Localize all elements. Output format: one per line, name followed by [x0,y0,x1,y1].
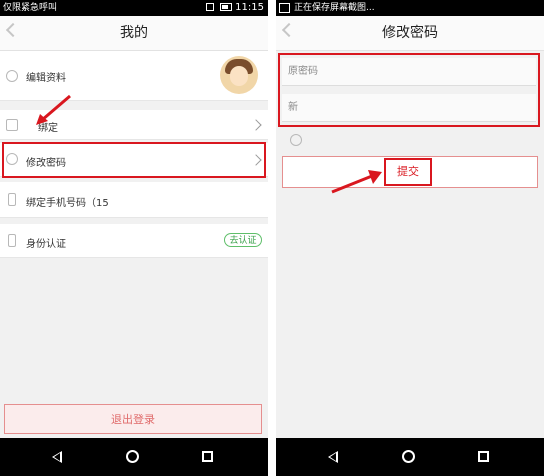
row-label: 身份认证 [26,239,66,250]
title-bar: 修改密码 [276,16,544,51]
image-icon [279,2,290,13]
nav-bar [0,438,268,476]
link-icon [6,119,18,131]
id-card-icon [8,234,16,247]
nav-home-icon[interactable] [402,450,415,463]
logout-button[interactable]: 退出登录 [4,404,262,434]
right-phone-screen: 正在保存屏幕截图... 修改密码 原密码 新 提交 [276,0,544,476]
title-bar: 我的 [0,16,268,51]
page-title: 我的 [120,25,148,41]
nav-home-icon[interactable] [126,450,139,463]
submit-button[interactable]: 提交 [384,158,432,186]
highlight-box [278,53,540,127]
identity-badge[interactable]: 去认证 [224,233,262,247]
phone-icon [8,193,16,206]
nav-recent-icon[interactable] [478,451,489,462]
chevron-right-icon [250,119,262,131]
page-title: 修改密码 [382,25,438,41]
row-label: 绑定手机号码（15 [26,198,109,209]
red-arrow-icon [331,170,382,194]
status-bar: 仅限紧急呼叫 11:15 [0,0,268,16]
battery-icon [219,3,232,11]
divider [268,0,276,476]
password-icon [290,134,302,146]
clock: 11:15 [235,2,264,13]
notification-text: 正在保存屏幕截图... [279,0,375,16]
left-phone-screen: 仅限紧急呼叫 11:15 我的 编辑资料 绑定 修改密码 绑定手机号码（15 身… [0,0,268,476]
avatar[interactable] [220,56,258,94]
row-label: 编辑资料 [26,73,66,84]
row-bind-phone[interactable]: 绑定手机号码（15 [0,182,268,218]
status-right: 11:15 [204,0,264,16]
nav-recent-icon[interactable] [202,451,213,462]
highlight-box [2,142,266,178]
nav-bar [276,438,544,476]
user-icon [6,70,18,82]
wifi-icon [205,3,214,11]
nav-back-icon[interactable] [328,451,338,463]
nav-back-icon[interactable] [52,451,62,463]
carrier-text: 仅限紧急呼叫 [3,3,58,13]
status-bar: 正在保存屏幕截图... [276,0,544,16]
red-arrow-icon [36,94,71,125]
